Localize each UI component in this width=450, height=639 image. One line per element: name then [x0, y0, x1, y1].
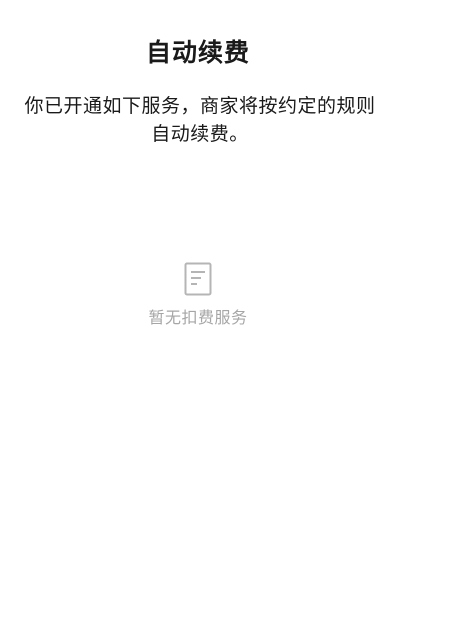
empty-state: 暂无扣费服务 — [0, 262, 396, 330]
page-title: 自动续费 — [145, 38, 250, 67]
renewal-notice: 你已开通如下服务，商家将按约定的规则自动续费。 — [24, 95, 376, 145]
empty-state-text: 暂无扣费服务 — [148, 308, 248, 327]
auto-renewal-page: 自动续费 你已开通如下服务，商家将按约定的规则自动续费。 暂无扣费服务 — [0, 0, 450, 639]
document-icon — [184, 262, 212, 296]
